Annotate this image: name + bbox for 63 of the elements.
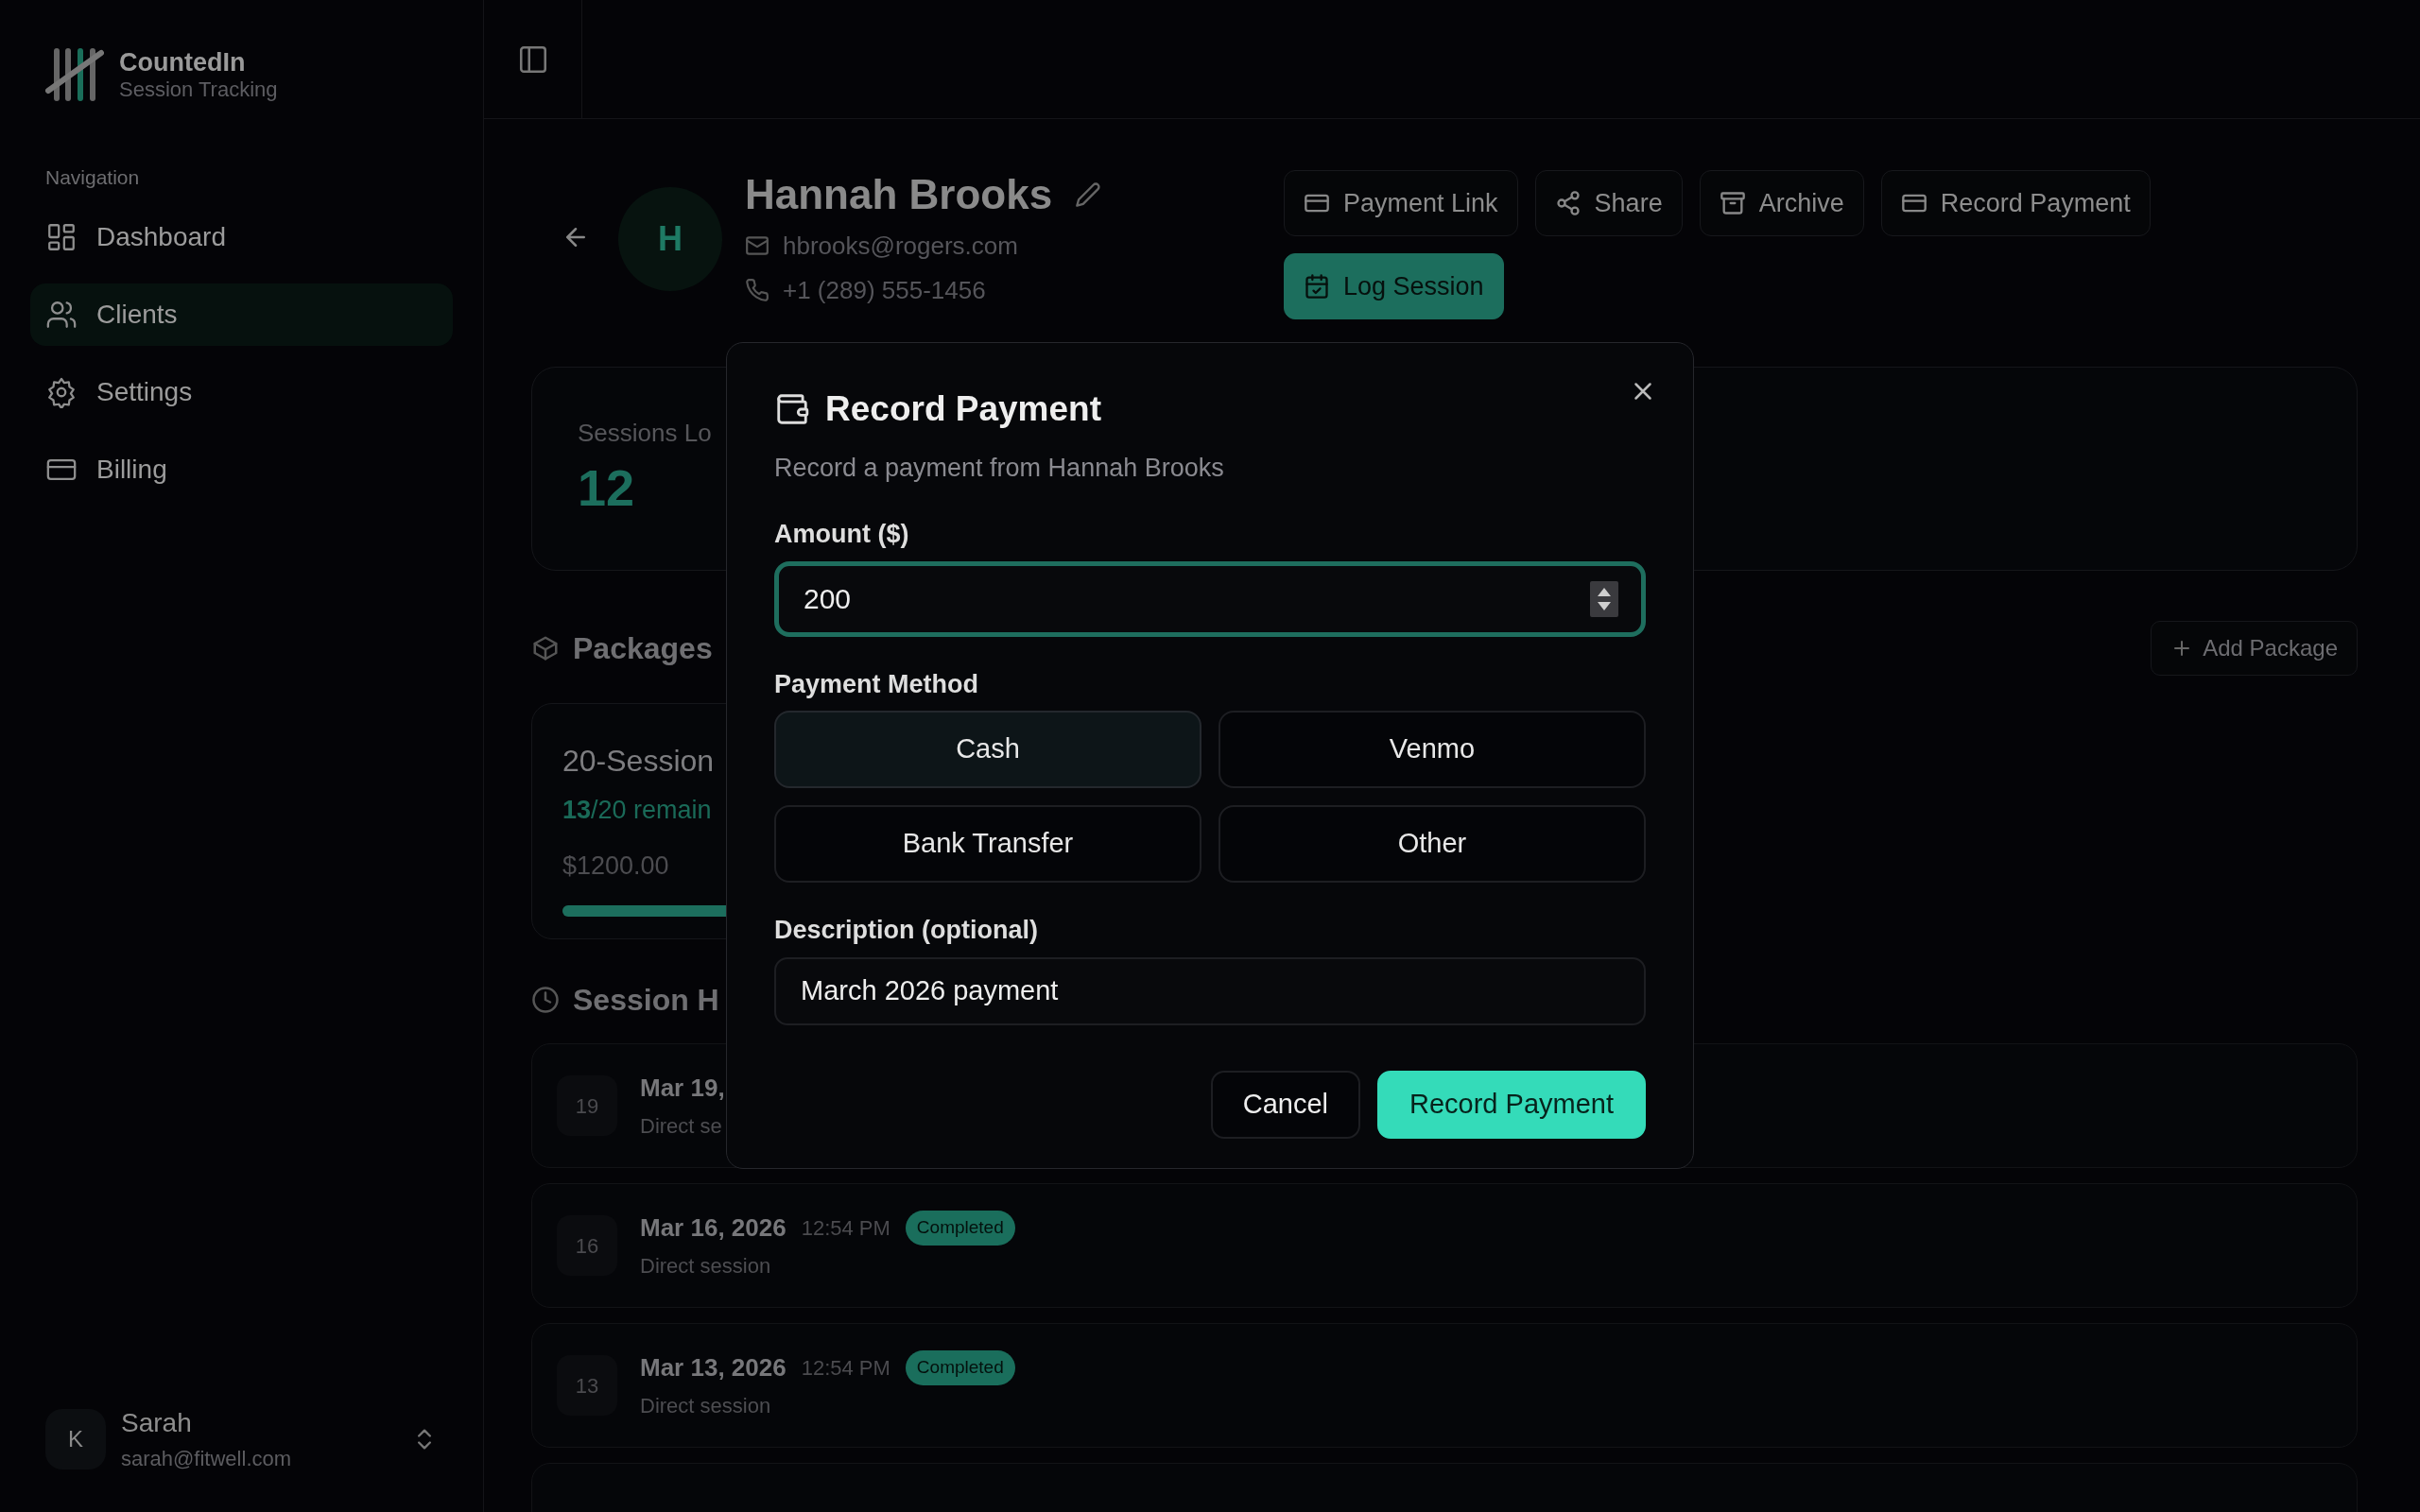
phone-icon [745, 278, 769, 303]
session-date: Mar 19, [640, 1073, 725, 1104]
session-note: Direct session [640, 1253, 771, 1280]
day-number: 16 [557, 1215, 617, 1276]
app-name: CountedIn [119, 46, 247, 77]
action-button[interactable]: Record Payment [1880, 170, 2151, 236]
method-option[interactable]: Venmo [1219, 711, 1646, 788]
session-date: Mar 13, 2026 [640, 1352, 786, 1383]
share-icon [1554, 190, 1582, 216]
dialog-subtitle: Record a payment from Hannah Brooks [774, 452, 1225, 484]
field-label: Description (optional) [774, 915, 1039, 946]
method-option[interactable]: Cash [774, 711, 1201, 788]
client-phone: +1 (289) 555-1456 [783, 274, 986, 306]
session-note: Direct se [640, 1113, 722, 1140]
nav-item[interactable]: Dashboard [30, 205, 453, 268]
stat-value: 12 [578, 458, 635, 518]
settings-icon [45, 375, 78, 408]
spinner-icon[interactable] [1590, 580, 1618, 617]
section-title: Packages [573, 630, 713, 667]
status-badge: Completed [905, 1211, 1015, 1246]
nav-item[interactable]: Billing [30, 438, 453, 501]
action-button[interactable]: Share [1534, 170, 1683, 236]
action-button[interactable]: Archive [1699, 170, 1864, 236]
field-label: Payment Method [774, 668, 980, 700]
package-price: $1200.00 [562, 850, 669, 882]
client-email: hbrooks@rogers.com [783, 230, 1018, 262]
box-icon [531, 634, 560, 662]
logo-icon [45, 45, 104, 104]
client-name: Hannah Brooks [745, 170, 1053, 219]
calendar-check-icon [1304, 273, 1330, 300]
field-label: Amount ($) [774, 519, 910, 550]
day-number: 13 [557, 1355, 617, 1416]
session-time: 12:54 PM [801, 1215, 890, 1242]
user-email: sarah@fitwell.com [121, 1446, 292, 1472]
session-date: Mar 16, 2026 [640, 1212, 786, 1244]
pencil-icon [1075, 181, 1102, 209]
amount-field[interactable]: 200 [774, 560, 1646, 637]
user-avatar: K [45, 1408, 106, 1469]
method-option[interactable]: Bank Transfer [774, 805, 1201, 883]
submit-button[interactable]: Record Payment [1377, 1070, 1646, 1139]
package-name: 20-Session [562, 743, 715, 780]
archive-icon [1719, 190, 1746, 216]
edit-button[interactable] [1075, 181, 1102, 209]
app-tagline: Session Tracking [119, 77, 278, 103]
client-avatar: H [618, 187, 722, 291]
method-option[interactable]: Other [1219, 805, 1646, 883]
section-title: Session H [573, 982, 719, 1019]
description-field[interactable]: March 2026 payment [774, 956, 1646, 1025]
section-label: Navigation [45, 165, 141, 190]
day-number: 19 [557, 1075, 617, 1136]
session-time: 12:54 PM [801, 1355, 890, 1382]
session-note: Direct session [640, 1393, 771, 1419]
stat-label: Sessions Lo [578, 418, 712, 449]
user-name: Sarah [121, 1407, 193, 1439]
nav-item[interactable]: Settings [30, 360, 453, 423]
add-package-button[interactable]: Add Package [2151, 621, 2358, 676]
package-remaining: 13/20 remain [562, 795, 712, 826]
clock-icon [531, 986, 560, 1014]
action-button[interactable]: Payment Link [1284, 170, 1518, 236]
nav-item[interactable]: Clients [30, 283, 453, 346]
status-badge: Completed [905, 1350, 1015, 1385]
dialog-title: Record Payment [825, 388, 1101, 430]
cancel-button[interactable]: Cancel [1210, 1070, 1360, 1139]
